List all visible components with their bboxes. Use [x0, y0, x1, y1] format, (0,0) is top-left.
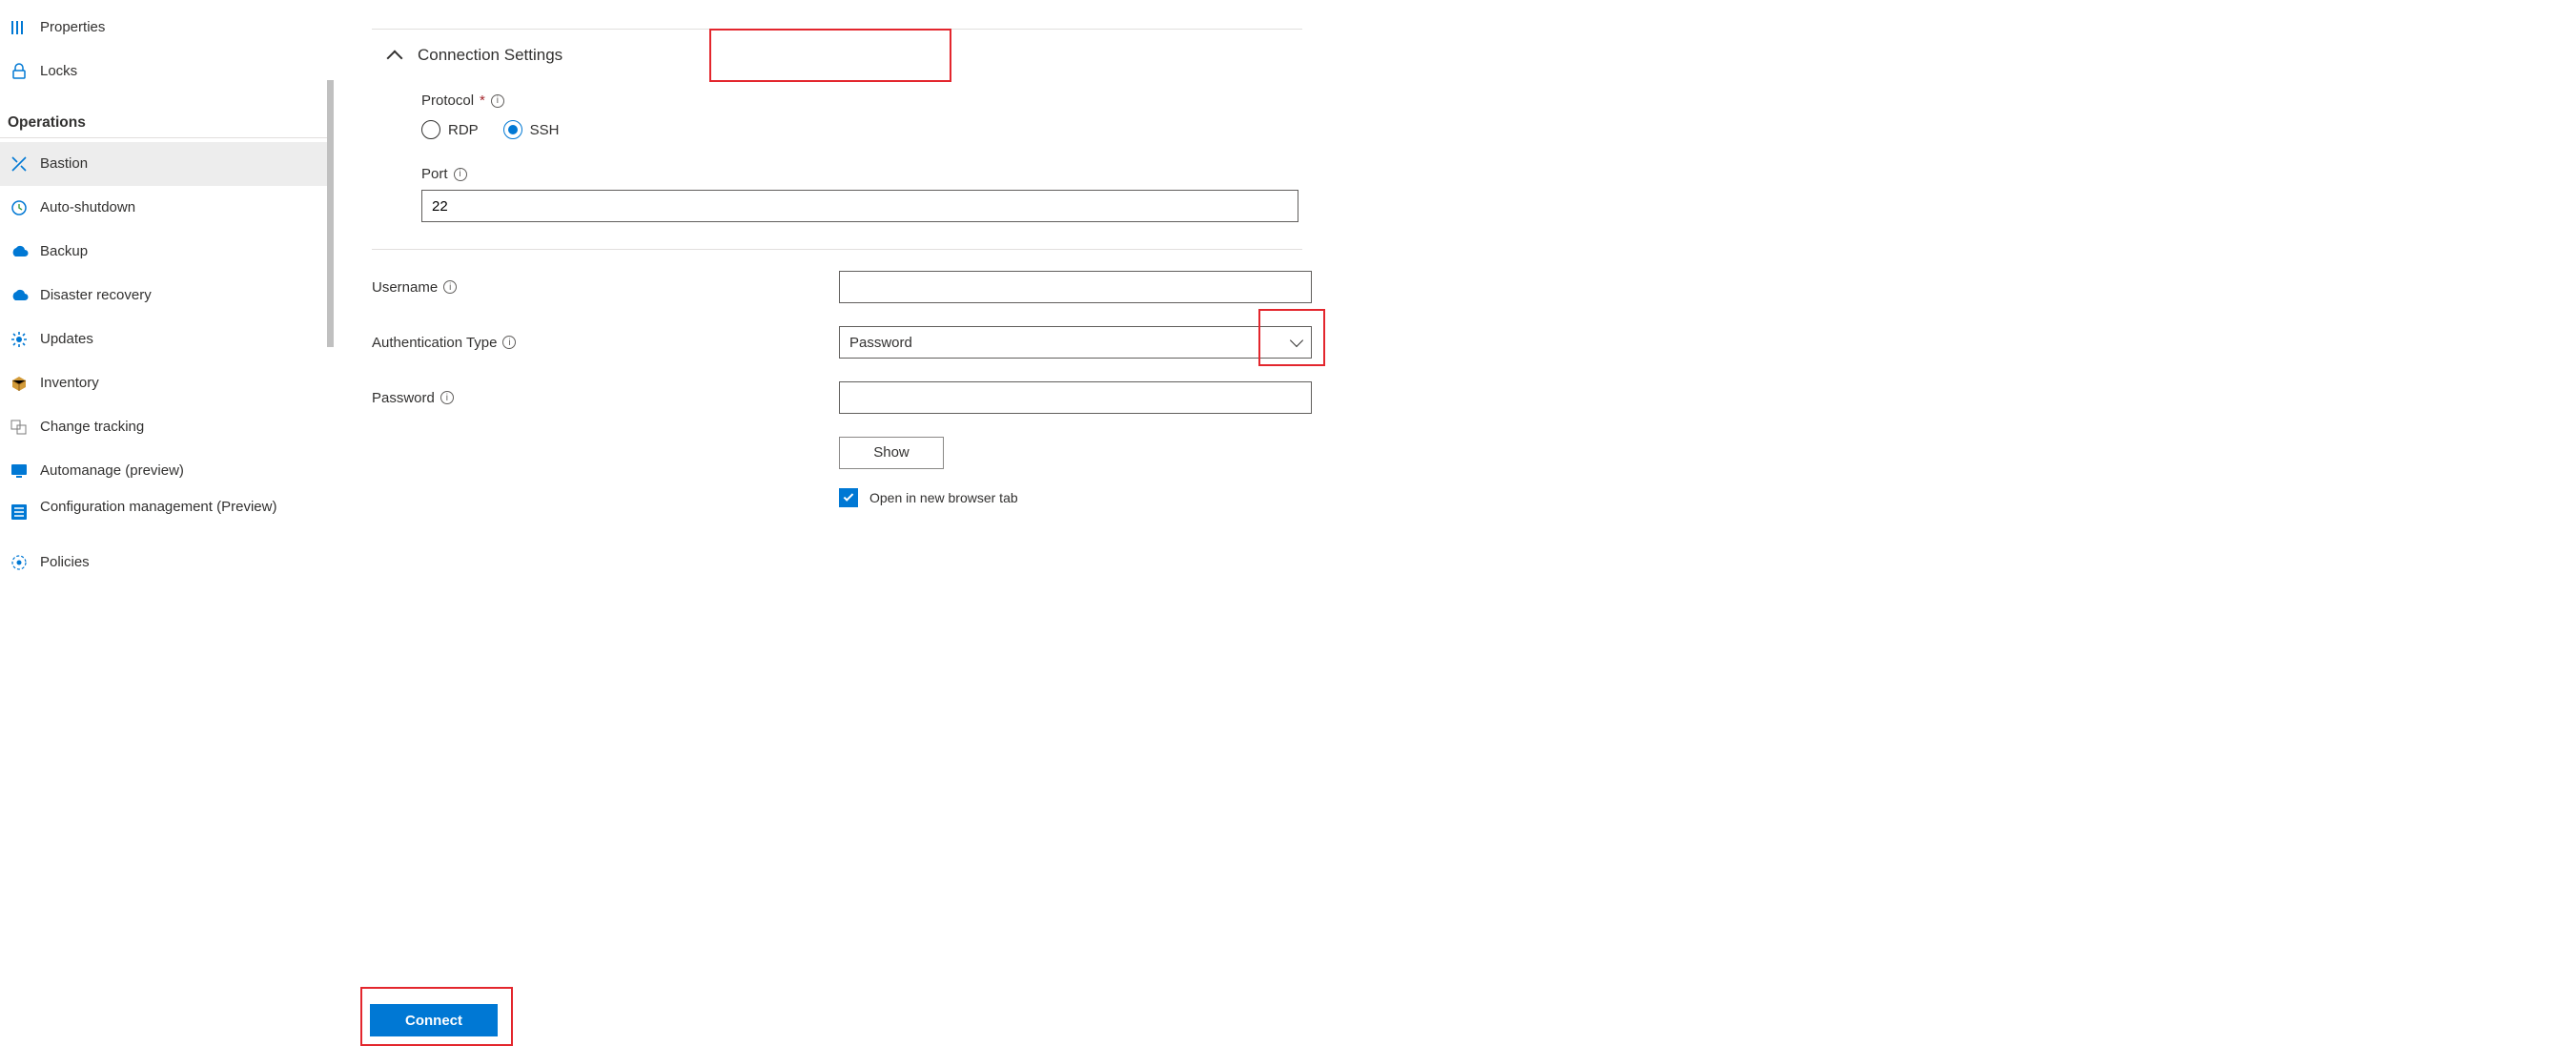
new-tab-checkbox[interactable]	[839, 488, 858, 507]
auth-type-value: Password	[849, 335, 912, 351]
required-star: *	[480, 92, 485, 109]
checkmark-icon	[844, 491, 854, 502]
auth-type-select[interactable]: Password	[839, 326, 1312, 359]
info-icon[interactable]: i	[502, 336, 516, 349]
port-label: Port	[421, 166, 448, 182]
clock-icon	[8, 196, 31, 219]
gear-icon	[8, 328, 31, 351]
port-input[interactable]	[421, 190, 1298, 222]
change-tracking-icon	[8, 416, 31, 439]
username-input[interactable]	[839, 271, 1312, 303]
sidebar-item-policies[interactable]: Policies	[0, 541, 334, 585]
password-input[interactable]	[839, 381, 1312, 414]
sidebar-item-label: Bastion	[40, 155, 88, 173]
main-panel: Connection Settings Protocol * i RDP SSH	[334, 0, 1474, 601]
divider	[372, 249, 1302, 250]
sidebar-item-label: Inventory	[40, 375, 99, 392]
sidebar-item-label: Policies	[40, 554, 90, 571]
lock-icon	[8, 60, 31, 83]
sidebar-item-config-mgmt[interactable]: Configuration management (Preview)	[0, 493, 334, 541]
password-label: Password	[372, 390, 435, 406]
sidebar-item-label: Locks	[40, 63, 77, 80]
chevron-up-icon	[387, 51, 403, 67]
port-field: Port i	[372, 166, 1474, 222]
sidebar-item-inventory[interactable]: Inventory	[0, 361, 334, 405]
radio-icon	[421, 120, 440, 139]
radio-label: RDP	[448, 122, 479, 138]
sidebar-item-properties[interactable]: Properties	[0, 6, 334, 50]
protocol-label: Protocol	[421, 92, 474, 109]
policy-icon	[8, 551, 31, 574]
password-row: Password i	[372, 381, 1474, 414]
sidebar-item-label: Disaster recovery	[40, 287, 152, 304]
sidebar-item-disaster-recovery[interactable]: Disaster recovery	[0, 274, 334, 318]
sidebar-item-bastion[interactable]: Bastion	[0, 142, 334, 186]
cloud-backup-icon	[8, 240, 31, 263]
monitor-icon	[8, 460, 31, 482]
new-tab-label: Open in new browser tab	[869, 490, 1018, 505]
sidebar-item-label: Configuration management (Preview)	[40, 499, 276, 516]
chevron-down-icon	[1290, 334, 1303, 347]
cloud-recovery-icon	[8, 284, 31, 307]
sidebar-item-auto-shutdown[interactable]: Auto-shutdown	[0, 186, 334, 230]
protocol-radio-rdp[interactable]: RDP	[421, 120, 479, 139]
info-icon[interactable]: i	[440, 391, 454, 404]
protocol-radio-ssh[interactable]: SSH	[503, 120, 560, 139]
sidebar-item-backup[interactable]: Backup	[0, 230, 334, 274]
box-icon	[8, 372, 31, 395]
properties-icon	[8, 16, 31, 39]
auth-type-label: Authentication Type	[372, 335, 497, 351]
sidebar-item-label: Properties	[40, 19, 105, 36]
sidebar-item-label: Updates	[40, 331, 93, 348]
show-button[interactable]: Show	[839, 437, 944, 469]
show-row: Show Open in new browser tab	[372, 437, 1474, 507]
sidebar-item-updates[interactable]: Updates	[0, 318, 334, 361]
info-icon[interactable]: i	[443, 280, 457, 294]
sidebar: Properties Locks Operations Bastion Auto…	[0, 0, 334, 601]
sidebar-item-label: Auto-shutdown	[40, 199, 135, 216]
username-row: Username i	[372, 271, 1474, 303]
bastion-icon	[8, 153, 31, 175]
sidebar-item-automanage[interactable]: Automanage (preview)	[0, 449, 334, 493]
sidebar-item-locks[interactable]: Locks	[0, 50, 334, 93]
list-icon	[8, 501, 31, 523]
sidebar-item-label: Automanage (preview)	[40, 462, 184, 480]
auth-type-row: Authentication Type i Password	[372, 326, 1474, 359]
connection-settings-header[interactable]: Connection Settings	[372, 30, 1474, 81]
username-label: Username	[372, 279, 438, 296]
protocol-field: Protocol * i RDP SSH	[372, 92, 1474, 139]
sidebar-item-label: Change tracking	[40, 419, 144, 436]
radio-icon	[503, 120, 522, 139]
info-icon[interactable]: i	[491, 94, 504, 108]
sidebar-section-operations: Operations	[0, 93, 334, 138]
sidebar-item-label: Backup	[40, 243, 88, 260]
sidebar-item-change-tracking[interactable]: Change tracking	[0, 405, 334, 449]
connection-settings-title: Connection Settings	[418, 46, 562, 65]
sidebar-scrollbar[interactable]	[327, 80, 334, 347]
info-icon[interactable]: i	[454, 168, 467, 181]
radio-label: SSH	[530, 122, 560, 138]
